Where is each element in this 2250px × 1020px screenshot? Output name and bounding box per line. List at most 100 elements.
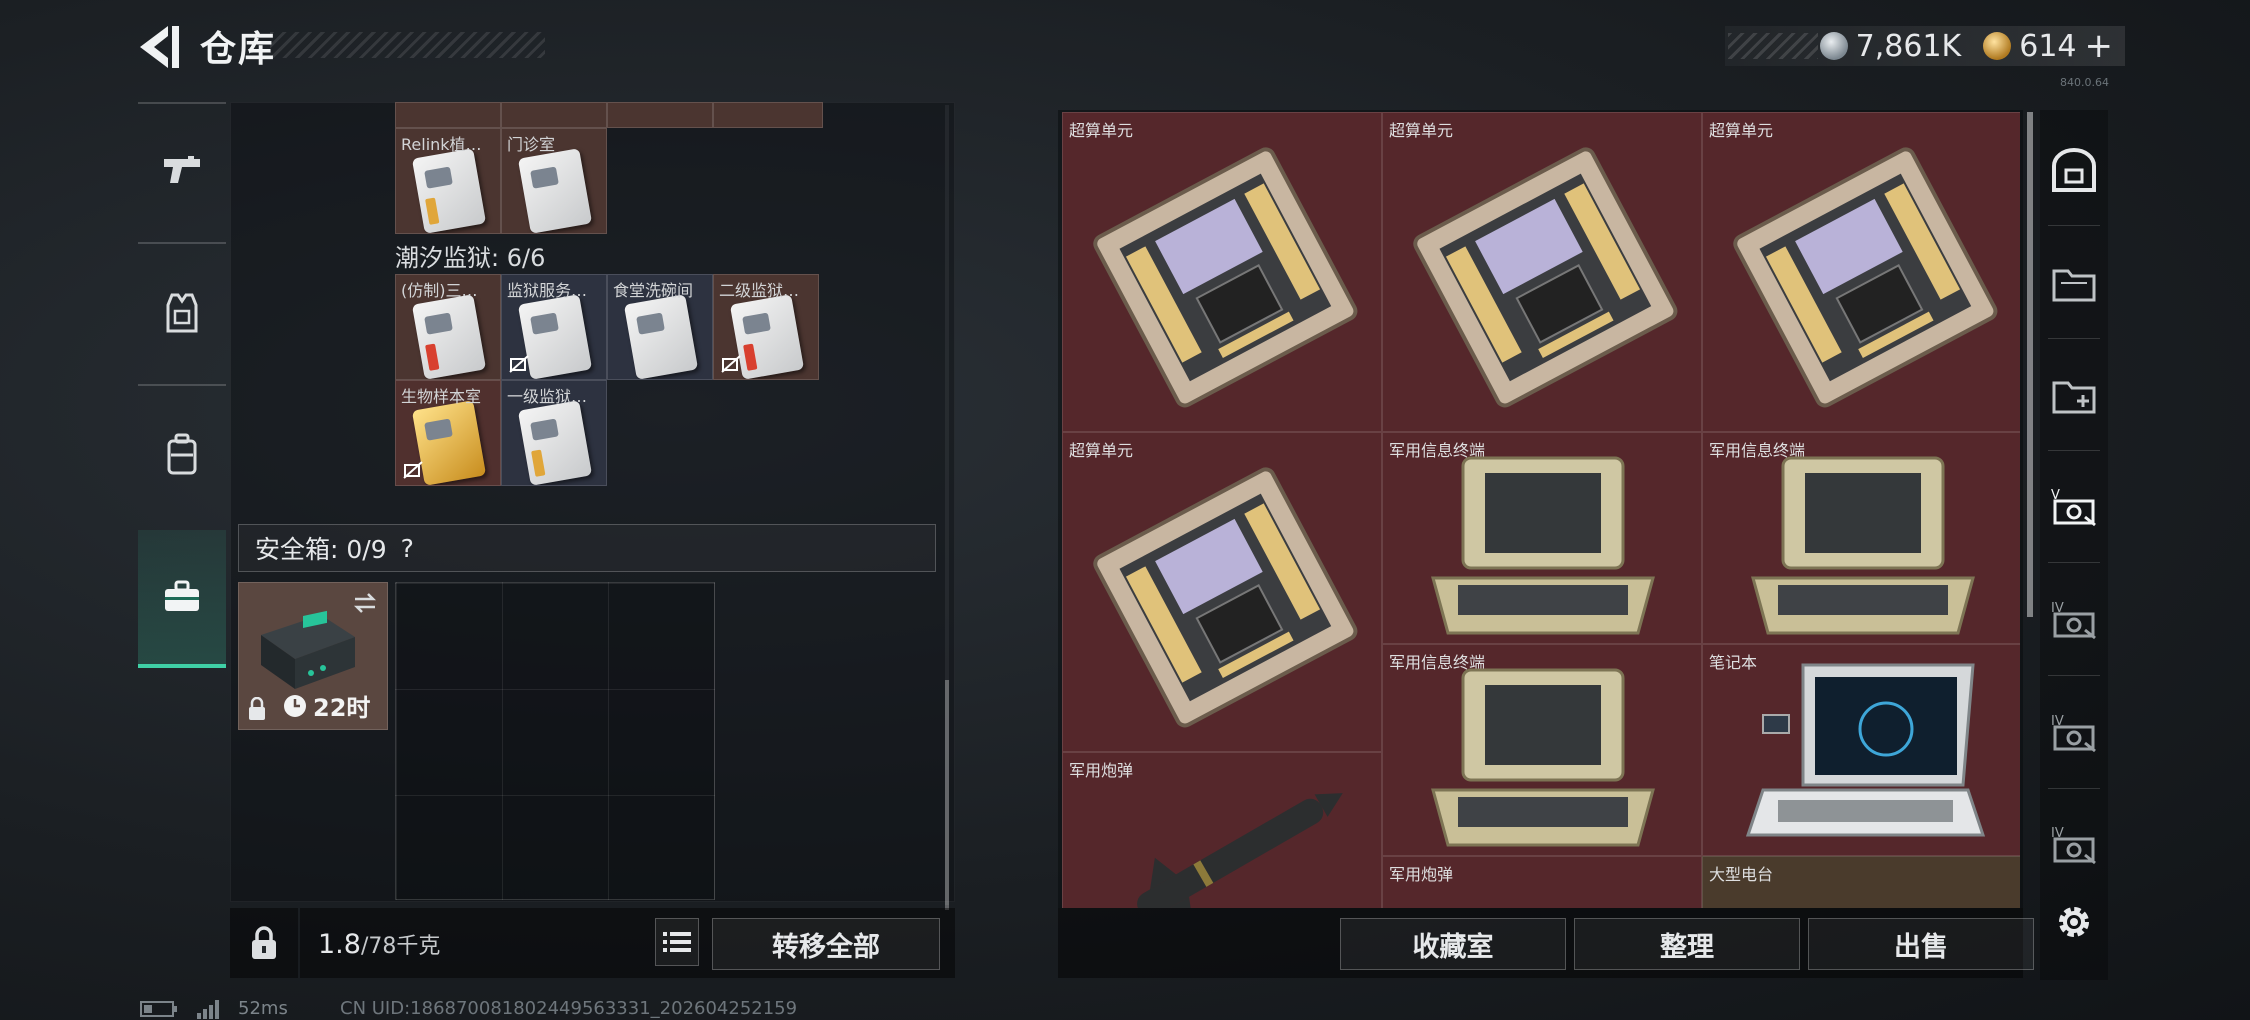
keycard-slot[interactable]: 二级监狱… xyxy=(713,274,819,380)
locker-v-icon: V xyxy=(2051,488,2096,527)
safe-box-header: 安全箱: 0/9 ? xyxy=(238,524,936,572)
weight-current: 1.8 xyxy=(318,929,361,960)
keycard-slot[interactable]: 生物样本室 xyxy=(395,380,501,486)
storage-item[interactable]: 超算单元 xyxy=(1702,112,2020,432)
keycard-icon xyxy=(517,148,593,233)
gold-currency[interactable]: 614 + xyxy=(1983,26,2113,66)
keycard-slot[interactable]: 门诊室 xyxy=(501,128,607,234)
storage-item[interactable]: 超算单元 xyxy=(1062,432,1382,752)
tab-armor[interactable] xyxy=(138,244,226,382)
collection-room-button[interactable]: 收藏室 xyxy=(1340,918,1566,970)
item-label: 军用炮弹 xyxy=(1389,865,1454,884)
add-currency-button[interactable]: + xyxy=(2085,26,2114,66)
storage-scrollbar[interactable] xyxy=(2027,112,2033,617)
locker-iv-icon: IV xyxy=(2051,714,2096,753)
storage-item[interactable]: 军用炮弹 xyxy=(1062,752,1382,908)
storage-item[interactable]: 军用信息终端 xyxy=(1382,644,1702,856)
keycard-icon xyxy=(623,294,699,379)
gear-icon xyxy=(2059,907,2089,937)
lock-button[interactable] xyxy=(230,908,298,978)
keycard-label: Relink植… xyxy=(401,135,482,154)
compute-unit-icon xyxy=(1413,147,1678,408)
item-label: 大型电台 xyxy=(1709,865,1774,884)
clock-icon xyxy=(284,694,306,717)
tab-case[interactable] xyxy=(138,530,226,668)
tab-locker-iv[interactable]: IV xyxy=(2040,678,2108,788)
keycard-slot[interactable]: (仿制)三… xyxy=(395,274,501,380)
keycard-label: (仿制)三… xyxy=(401,281,478,300)
keycard-label: 门诊室 xyxy=(507,135,556,154)
no-transfer-icon xyxy=(403,461,423,479)
safe-help-button[interactable]: ? xyxy=(401,534,414,563)
keycard-slot[interactable]: 食堂洗碗间 xyxy=(607,274,713,380)
folder-add-icon xyxy=(2052,381,2096,414)
silver-currency: 7,861K xyxy=(1819,29,1961,64)
storage-item[interactable]: 笔记本 xyxy=(1702,644,2020,856)
keycard-slot[interactable]: 监狱服务… xyxy=(501,274,607,380)
storage-item[interactable]: 军用信息终端 xyxy=(1382,432,1702,644)
sort-button[interactable]: 整理 xyxy=(1574,918,1800,970)
keycard-slot[interactable]: 一级监狱… xyxy=(501,380,607,486)
safe-timer: 22时 xyxy=(283,688,370,723)
keycard-icon xyxy=(411,148,487,233)
version-label: 840.0.64 xyxy=(2060,76,2109,89)
keycard-label: 生物样本室 xyxy=(401,387,482,406)
settings-button[interactable] xyxy=(2040,870,2108,974)
status-footer: 52ms xyxy=(140,998,288,1019)
keycard-slot-partial xyxy=(713,102,823,128)
tab-vault[interactable] xyxy=(2040,115,2108,225)
vault-icon xyxy=(2052,148,2096,192)
keycard-label: 一级监狱… xyxy=(507,387,588,406)
compute-unit-icon xyxy=(1093,467,1358,728)
tab-backpack[interactable] xyxy=(138,386,226,524)
laptop-icon xyxy=(1745,663,1986,837)
left-tab-rail xyxy=(138,102,226,672)
compute-unit-icon xyxy=(1733,147,1998,408)
section-title: 潮汐监狱: 6/6 xyxy=(395,244,546,272)
tab-weapons[interactable] xyxy=(138,102,226,240)
folder-icon xyxy=(2052,269,2096,302)
compute-unit-icon xyxy=(1093,147,1358,408)
tab-storage-1[interactable] xyxy=(2040,228,2108,338)
military-terminal-icon xyxy=(1431,668,1655,847)
list-icon xyxy=(663,932,691,952)
tab-locker-iv[interactable]: IV xyxy=(2040,565,2108,675)
lock-icon xyxy=(252,926,276,959)
safe-box-grid[interactable] xyxy=(395,582,715,900)
list-view-button[interactable] xyxy=(655,918,699,966)
locker-iv-icon: IV xyxy=(2051,601,2096,640)
keycard-slot[interactable]: Relink植… xyxy=(395,128,501,234)
tab-storage-add[interactable] xyxy=(2040,340,2108,450)
safe-case-icon xyxy=(261,610,355,689)
keycard-icon xyxy=(517,400,593,485)
title-decoration xyxy=(270,32,545,58)
page-title: 仓库 xyxy=(200,29,277,70)
storage-item[interactable]: 军用炮弹 xyxy=(1382,856,1702,908)
silver-coin-icon xyxy=(1819,32,1848,60)
keycard-label: 监狱服务… xyxy=(507,281,588,300)
storage-item[interactable]: 大型电台 xyxy=(1702,856,2020,908)
tab-locker-v[interactable]: V xyxy=(2040,452,2108,562)
safe-box-container[interactable]: 22时 xyxy=(238,582,388,730)
military-terminal-icon xyxy=(1751,456,1975,635)
swap-icon[interactable] xyxy=(351,591,379,615)
gold-amount: 614 xyxy=(2019,28,2077,64)
ping-text: 52ms xyxy=(238,998,288,1019)
uid-text: CN UID:1868700818024495633​31_2026042521… xyxy=(340,998,798,1019)
sell-button[interactable]: 出售 xyxy=(1808,918,2034,970)
weight-max: /78千克 xyxy=(360,934,441,959)
keycard-slot-partial xyxy=(395,102,501,128)
transfer-all-button[interactable]: 转移全部 xyxy=(712,918,940,970)
back-button[interactable] xyxy=(130,22,190,72)
no-transfer-icon xyxy=(509,355,529,373)
safe-timer-text: 22时 xyxy=(313,694,371,722)
storage-grid: 超算单元 超算单元 超算单元 超算单元 军用信息终端 军用信息终端 军用信息终端… xyxy=(1062,112,2020,908)
inventory-scrollbar-thumb[interactable] xyxy=(945,680,949,910)
storage-item[interactable]: 超算单元 xyxy=(1382,112,1702,432)
no-transfer-icon xyxy=(721,355,741,373)
keycard-icon xyxy=(411,294,487,379)
storage-item[interactable]: 军用信息终端 xyxy=(1702,432,2020,644)
keycard-label: 食堂洗碗间 xyxy=(613,281,694,300)
currency-bar: 7,861K 614 + xyxy=(1725,26,2125,66)
storage-item[interactable]: 超算单元 xyxy=(1062,112,1382,432)
